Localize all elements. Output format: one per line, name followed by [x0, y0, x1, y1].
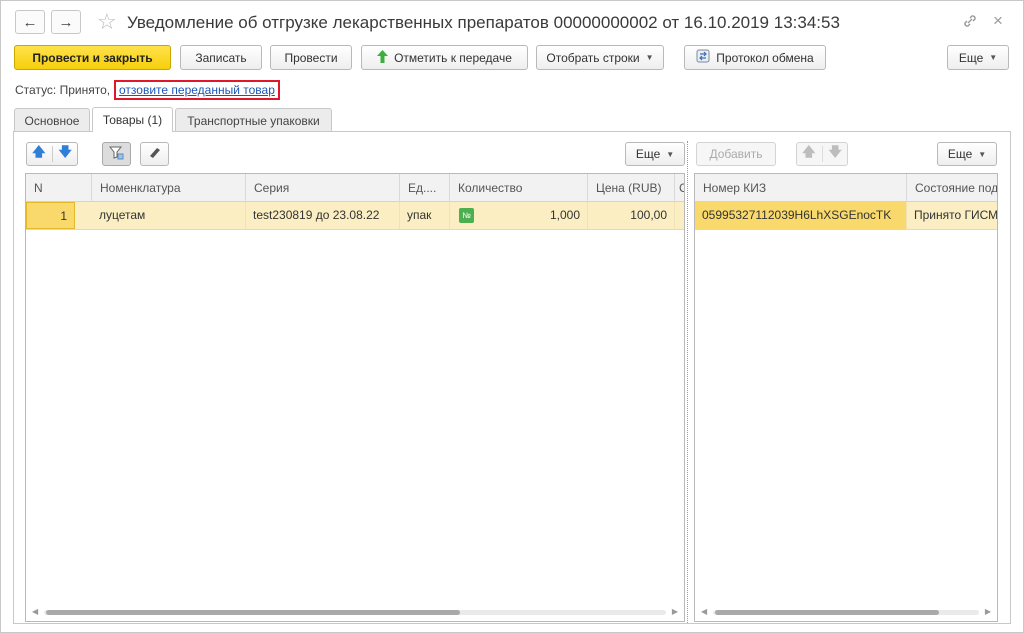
more-label: Еще [958, 50, 984, 65]
right-more-button[interactable]: Еще ▼ [937, 142, 997, 166]
scroll-left-icon[interactable]: ◀ [32, 606, 38, 618]
tab-transport-packages[interactable]: Транспортные упаковки [175, 108, 332, 132]
scroll-thumb[interactable] [46, 610, 460, 615]
scroll-thumb[interactable] [715, 610, 939, 615]
green-arrow-up-icon [377, 49, 389, 66]
cell-state[interactable]: Принято ГИСМ [907, 202, 997, 229]
move-up-icon[interactable]: 🡅 [802, 143, 815, 165]
chevron-down-icon: ▼ [666, 149, 675, 159]
panel-splitter[interactable] [687, 141, 688, 623]
window-title: Уведомление об отгрузке лекарственных пр… [127, 13, 840, 32]
cell-price[interactable]: 100,00 [588, 202, 675, 229]
number-badge-icon: № [459, 208, 474, 223]
exchange-log-label: Протокол обмена [716, 50, 814, 65]
select-rows-label: Отобрать строки [546, 50, 640, 65]
scroll-left-icon[interactable]: ◀ [701, 606, 707, 618]
left-more-button[interactable]: Еще ▼ [625, 142, 685, 166]
close-icon[interactable]: × [993, 11, 1003, 31]
add-button[interactable]: Добавить [696, 142, 776, 166]
forward-button[interactable]: → [51, 10, 81, 34]
cell-series[interactable]: test230819 до 23.08.22 [246, 202, 400, 229]
chevron-down-icon: ▼ [989, 53, 998, 62]
scroll-right-icon[interactable]: ▶ [672, 606, 678, 618]
select-rows-button[interactable]: Отобрать строки ▼ [536, 45, 664, 70]
filter-icon [108, 145, 124, 163]
post-and-close-button[interactable]: Провести и закрыть [14, 45, 171, 70]
goods-table: N Номенклатура Серия Ед.... Количество Ц… [25, 173, 685, 622]
column-header-state[interactable]: Состояние под [907, 174, 997, 202]
right-more-label: Еще [947, 147, 973, 161]
left-more-label: Еще [635, 147, 661, 161]
exchange-log-button[interactable]: Протокол обмена [684, 45, 826, 70]
move-down-icon[interactable]: 🡇 [59, 143, 72, 165]
horizontal-scrollbar[interactable]: ◀ ▶ [699, 606, 993, 618]
move-down-icon[interactable]: 🡇 [829, 143, 842, 165]
filter-toggle-button[interactable] [102, 142, 131, 166]
goods-table-header: N Номенклатура Серия Ед.... Количество Ц… [26, 174, 684, 202]
move-rows-group: 🡅 🡇 [26, 142, 78, 166]
chevron-down-icon: ▼ [645, 53, 654, 62]
post-button[interactable]: Провести [270, 45, 352, 70]
scanner-icon [147, 145, 162, 163]
divider [821, 146, 823, 162]
scan-barcode-button[interactable] [140, 142, 169, 166]
quantity-value: 1,000 [549, 208, 580, 222]
favorite-star-icon[interactable]: ☆ [97, 9, 117, 35]
column-header-series[interactable]: Серия [246, 174, 400, 202]
arrow-right-icon: → [58, 13, 74, 31]
status-label: Статус: [15, 83, 57, 97]
exchange-icon [696, 49, 710, 66]
column-header-nomenclature[interactable]: Номенклатура [92, 174, 246, 202]
move-rows-group-right: 🡅 🡇 [796, 142, 848, 166]
horizontal-scrollbar[interactable]: ◀ ▶ [30, 606, 680, 618]
tab-main[interactable]: Основное [14, 108, 90, 132]
arrow-left-icon: ← [22, 13, 38, 31]
save-button[interactable]: Записать [180, 45, 262, 70]
cell-quantity[interactable]: № 1,000 [450, 202, 588, 229]
tab-goods[interactable]: Товары (1) [92, 107, 173, 132]
divider [51, 146, 53, 162]
cell-kiz[interactable]: 05995327112039H6LhXSGEnocTK [695, 202, 907, 229]
move-up-icon[interactable]: 🡅 [32, 143, 45, 165]
mark-transfer-button[interactable]: Отметить к передаче [361, 45, 528, 70]
column-header-quantity[interactable]: Количество [450, 174, 588, 202]
more-button[interactable]: Еще ▼ [947, 45, 1009, 70]
cell-n[interactable]: 1 [26, 202, 75, 229]
recall-goods-link[interactable]: отзовите переданный товар [114, 80, 280, 100]
column-header-unit[interactable]: Ед.... [400, 174, 450, 202]
cell-unit[interactable]: упак [400, 202, 450, 229]
table-row[interactable]: 05995327112039H6LhXSGEnocTK Принято ГИСМ [695, 202, 997, 230]
table-row[interactable]: 1 луцетам test230819 до 23.08.22 упак № … [26, 202, 684, 230]
scroll-right-icon[interactable]: ▶ [985, 606, 991, 618]
status-line: Статус: Принято, [15, 83, 110, 97]
column-header-n[interactable]: N [26, 174, 92, 202]
link-icon[interactable] [962, 13, 978, 33]
kiz-table-header: Номер КИЗ Состояние под [695, 174, 997, 202]
chevron-down-icon: ▼ [978, 149, 987, 159]
column-header-sum[interactable]: С [675, 174, 684, 202]
status-value: Принято, [59, 83, 111, 97]
kiz-table: Номер КИЗ Состояние под 05995327112039H6… [694, 173, 998, 622]
back-button[interactable]: ← [15, 10, 45, 34]
column-header-kiz[interactable]: Номер КИЗ [695, 174, 907, 202]
cell-nomenclature[interactable]: луцетам [92, 202, 246, 229]
column-header-price[interactable]: Цена (RUB) [588, 174, 675, 202]
mark-transfer-label: Отметить к передаче [394, 50, 512, 65]
document-window: ← → ☆ Уведомление об отгрузке лекарствен… [0, 0, 1024, 633]
